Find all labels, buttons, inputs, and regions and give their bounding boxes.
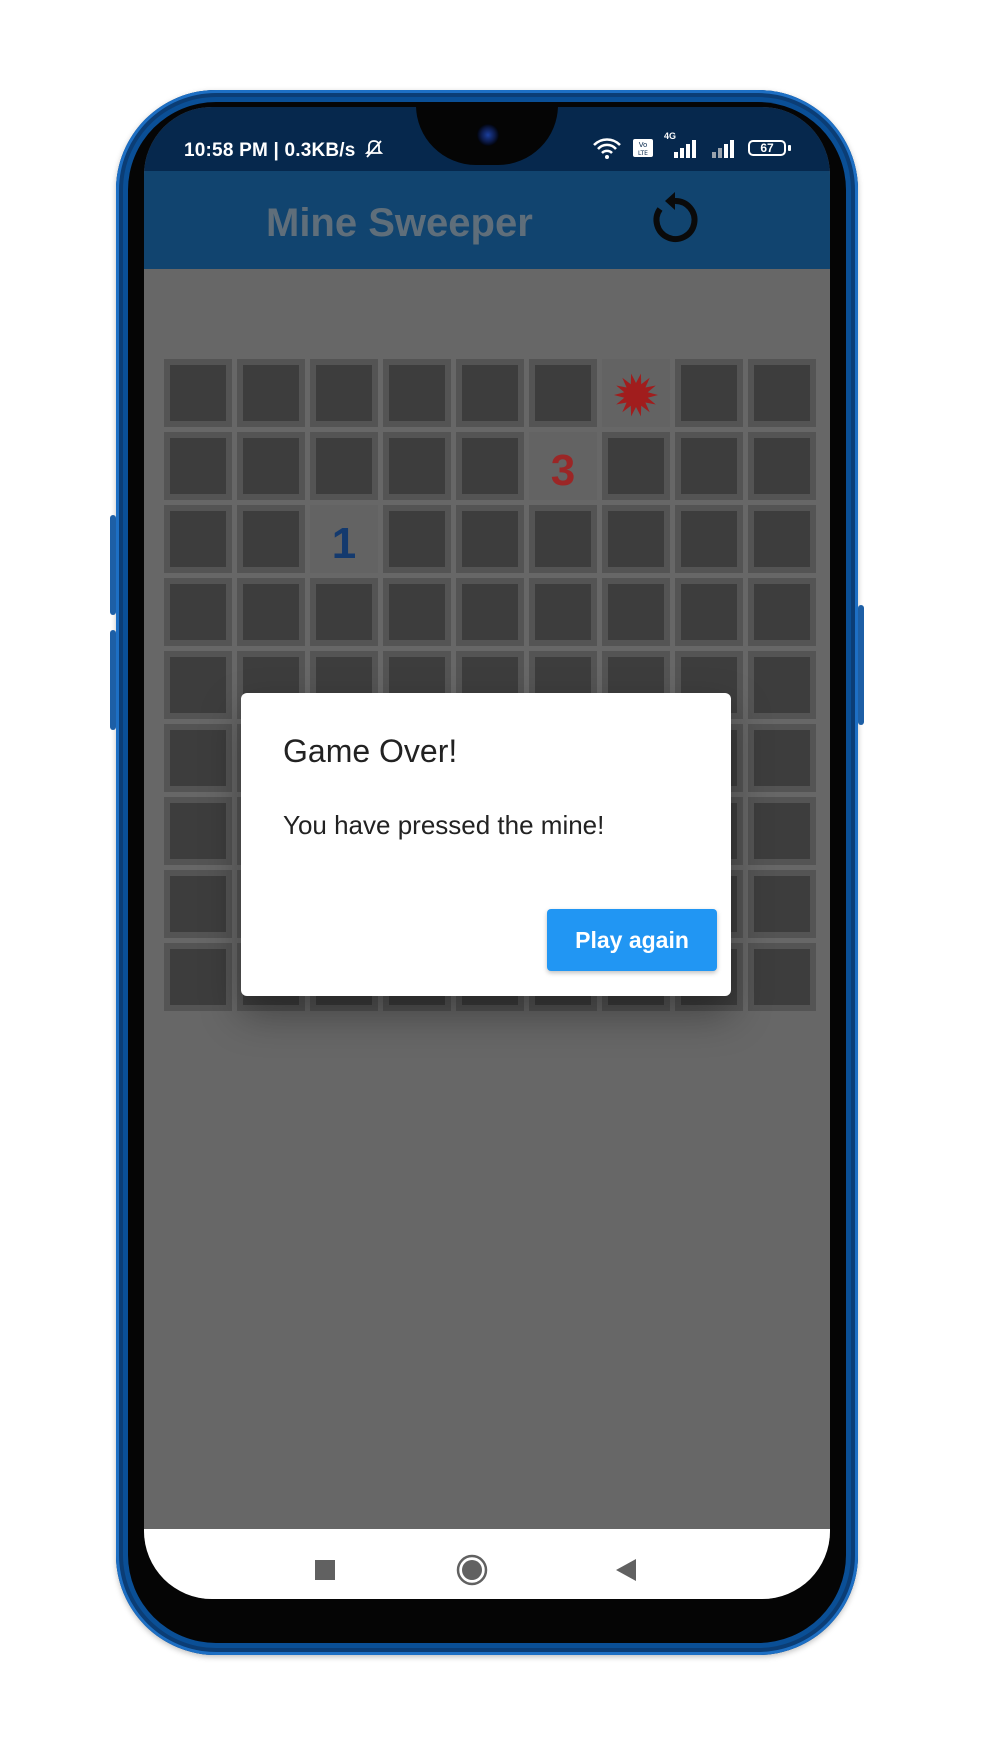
grid-cell[interactable] — [456, 432, 524, 500]
battery-level: 67 — [760, 141, 774, 155]
status-bar: 10:58 PM | 0.3KB/s Vo LTE 4G 67 — [144, 107, 830, 171]
grid-cell[interactable] — [383, 505, 451, 573]
grid-cell[interactable] — [602, 432, 670, 500]
play-again-button[interactable]: Play again — [547, 909, 717, 971]
app-bar: Mine Sweeper — [144, 171, 830, 269]
grid-cell[interactable] — [748, 724, 816, 792]
back-icon[interactable] — [614, 1558, 638, 1582]
grid-cell[interactable] — [529, 505, 597, 573]
grid-cell[interactable] — [456, 505, 524, 573]
grid-cell[interactable] — [748, 943, 816, 1011]
grid-cell[interactable] — [748, 870, 816, 938]
grid-cell[interactable] — [748, 359, 816, 427]
dialog-message: You have pressed the mine! — [283, 810, 605, 840]
grid-cell[interactable] — [310, 359, 378, 427]
navigation-bar — [144, 1529, 830, 1599]
grid-cell[interactable] — [748, 505, 816, 573]
grid-cell[interactable] — [602, 359, 670, 427]
volte-icon: Vo LTE — [633, 139, 653, 157]
grid-cell[interactable] — [164, 578, 232, 646]
grid-cell[interactable]: 3 — [529, 432, 597, 500]
recents-icon[interactable] — [314, 1559, 336, 1581]
grid-cell[interactable] — [529, 359, 597, 427]
app-title: Mine Sweeper — [266, 201, 533, 245]
bell-off-icon — [364, 140, 384, 158]
grid-cell[interactable] — [237, 359, 305, 427]
grid-cell[interactable] — [164, 943, 232, 1011]
grid-cell[interactable] — [310, 578, 378, 646]
grid-cell[interactable] — [164, 432, 232, 500]
battery-icon: 67 — [748, 138, 792, 158]
grid-cell[interactable] — [164, 505, 232, 573]
home-icon[interactable] — [456, 1554, 488, 1586]
grid-cell[interactable] — [164, 651, 232, 719]
grid-cell[interactable] — [675, 505, 743, 573]
grid-cell[interactable] — [237, 432, 305, 500]
signal-4g-icon: 4G — [664, 131, 700, 159]
cell-number: 1 — [331, 519, 357, 568]
grid-cell[interactable] — [310, 432, 378, 500]
grid-cell[interactable] — [164, 359, 232, 427]
grid-cell[interactable] — [164, 724, 232, 792]
power-button — [858, 605, 864, 725]
status-icons: Vo LTE 4G 67 — [592, 131, 792, 159]
grid-cell[interactable] — [383, 359, 451, 427]
grid-cell[interactable] — [602, 505, 670, 573]
volume-down-button — [110, 630, 116, 730]
refresh-button[interactable] — [646, 191, 704, 249]
grid-cell[interactable] — [456, 359, 524, 427]
dialog-title: Game Over! — [283, 733, 458, 769]
refresh-icon — [653, 192, 698, 242]
grid-cell[interactable] — [748, 651, 816, 719]
wifi-icon — [593, 138, 621, 159]
grid-cell[interactable]: 1 — [310, 505, 378, 573]
grid-cell[interactable] — [237, 578, 305, 646]
game-over-dialog: Game Over! You have pressed the mine! Pl… — [241, 693, 731, 996]
grid-cell[interactable] — [748, 578, 816, 646]
grid-cell[interactable] — [456, 578, 524, 646]
volume-up-button — [110, 515, 116, 615]
grid-cell[interactable] — [164, 797, 232, 865]
status-time-speed: 10:58 PM | 0.3KB/s — [184, 139, 384, 162]
grid-cell[interactable] — [529, 578, 597, 646]
grid-cell[interactable] — [675, 359, 743, 427]
signal-icon — [712, 140, 734, 158]
grid-cell[interactable] — [675, 432, 743, 500]
grid-cell[interactable] — [383, 432, 451, 500]
mine-icon — [614, 373, 658, 417]
grid-cell[interactable] — [748, 432, 816, 500]
grid-cell[interactable] — [383, 578, 451, 646]
grid-cell[interactable] — [675, 578, 743, 646]
grid-cell[interactable] — [748, 797, 816, 865]
svg-text:Vo: Vo — [639, 141, 648, 149]
cell-number: 3 — [550, 446, 576, 495]
grid-cell[interactable] — [602, 578, 670, 646]
grid-cell[interactable] — [164, 870, 232, 938]
grid-cell[interactable] — [237, 505, 305, 573]
svg-text:LTE: LTE — [638, 150, 648, 157]
front-camera — [477, 124, 499, 146]
